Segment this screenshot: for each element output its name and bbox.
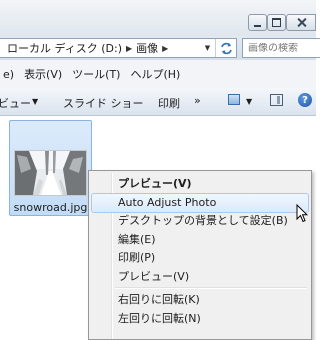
minimize-icon [254, 24, 261, 27]
minimize-button[interactable] [248, 14, 267, 31]
file-name[interactable]: snowroad.jpg [10, 201, 91, 214]
help-icon[interactable]: ? [298, 93, 312, 107]
search-input[interactable] [248, 42, 308, 54]
breadcrumb: ローカル ディスク (D:) ▶ 画像 ▶ [7, 40, 168, 56]
maximize-icon [272, 18, 281, 27]
menu-item-preview[interactable]: プレビュー(V) [91, 267, 309, 287]
search-box[interactable] [242, 38, 320, 58]
breadcrumb-item-folder[interactable]: 画像 [136, 40, 158, 56]
file-item[interactable]: snowroad.jpg [9, 120, 92, 216]
print-button[interactable]: 印刷 [158, 95, 180, 111]
more-commands-button[interactable]: » [194, 94, 201, 107]
slideshow-button[interactable]: スライド ショー [63, 95, 144, 111]
menu-help[interactable]: ヘルプ(H) [127, 66, 183, 82]
chevron-down-icon[interactable]: ▼ [246, 97, 252, 106]
chevron-down-icon[interactable]: ▼ [32, 97, 38, 106]
address-bar[interactable]: ローカル ディスク (D:) ▶ 画像 ▶ ▼ [0, 38, 237, 58]
close-button[interactable] [286, 14, 316, 31]
preview-pane-icon[interactable] [270, 94, 283, 106]
maximize-button[interactable] [267, 14, 286, 31]
menu-item-auto-adjust-photo[interactable]: Auto Adjust Photo [91, 193, 309, 213]
menu-view[interactable]: 表示(V) [21, 66, 65, 82]
context-menu: プレビュー(V) Auto Adjust Photo デスクトップの背景として設… [88, 170, 312, 340]
refresh-icon [220, 42, 232, 54]
breadcrumb-separator-icon[interactable]: ▶ [126, 44, 132, 53]
command-bar: ビュー ▼ スライド ショー 印刷 » ▼ ? [0, 88, 316, 116]
image-thumbnail [14, 150, 87, 196]
menu-item-rotate-clockwise[interactable]: 右回りに回転(K) [91, 290, 309, 310]
breadcrumb-item-drive[interactable]: ローカル ディスク (D:) [7, 40, 122, 56]
snow-road-photo [15, 151, 86, 195]
close-icon [297, 18, 306, 27]
menu-item-set-desktop-background[interactable]: デスクトップの背景として設定(B) [91, 211, 309, 231]
menu-bar: e) 表示(V) ツール(T) ヘルプ(H) [0, 60, 316, 88]
menu-item-print[interactable]: 印刷(P) [91, 248, 309, 268]
menu-tools[interactable]: ツール(T) [69, 66, 123, 82]
refresh-button[interactable] [215, 39, 236, 57]
menu-item-rotate-counterclockwise[interactable]: 左回りに回転(N) [91, 309, 309, 329]
menu-edit[interactable]: e) [0, 68, 17, 81]
preview-button[interactable]: ビュー [0, 95, 31, 111]
menu-item-edit[interactable]: 編集(E) [91, 230, 309, 250]
address-dropdown-icon[interactable]: ▼ [199, 39, 216, 57]
breadcrumb-separator-icon[interactable]: ▶ [162, 44, 168, 53]
mouse-cursor-icon [296, 204, 308, 223]
menu-separator [115, 287, 307, 289]
address-row: ローカル ディスク (D:) ▶ 画像 ▶ ▼ [0, 36, 320, 60]
views-icon[interactable] [228, 94, 240, 105]
window-titlebar [0, 0, 316, 36]
menu-item-preview-default[interactable]: プレビュー(V) [91, 174, 309, 194]
